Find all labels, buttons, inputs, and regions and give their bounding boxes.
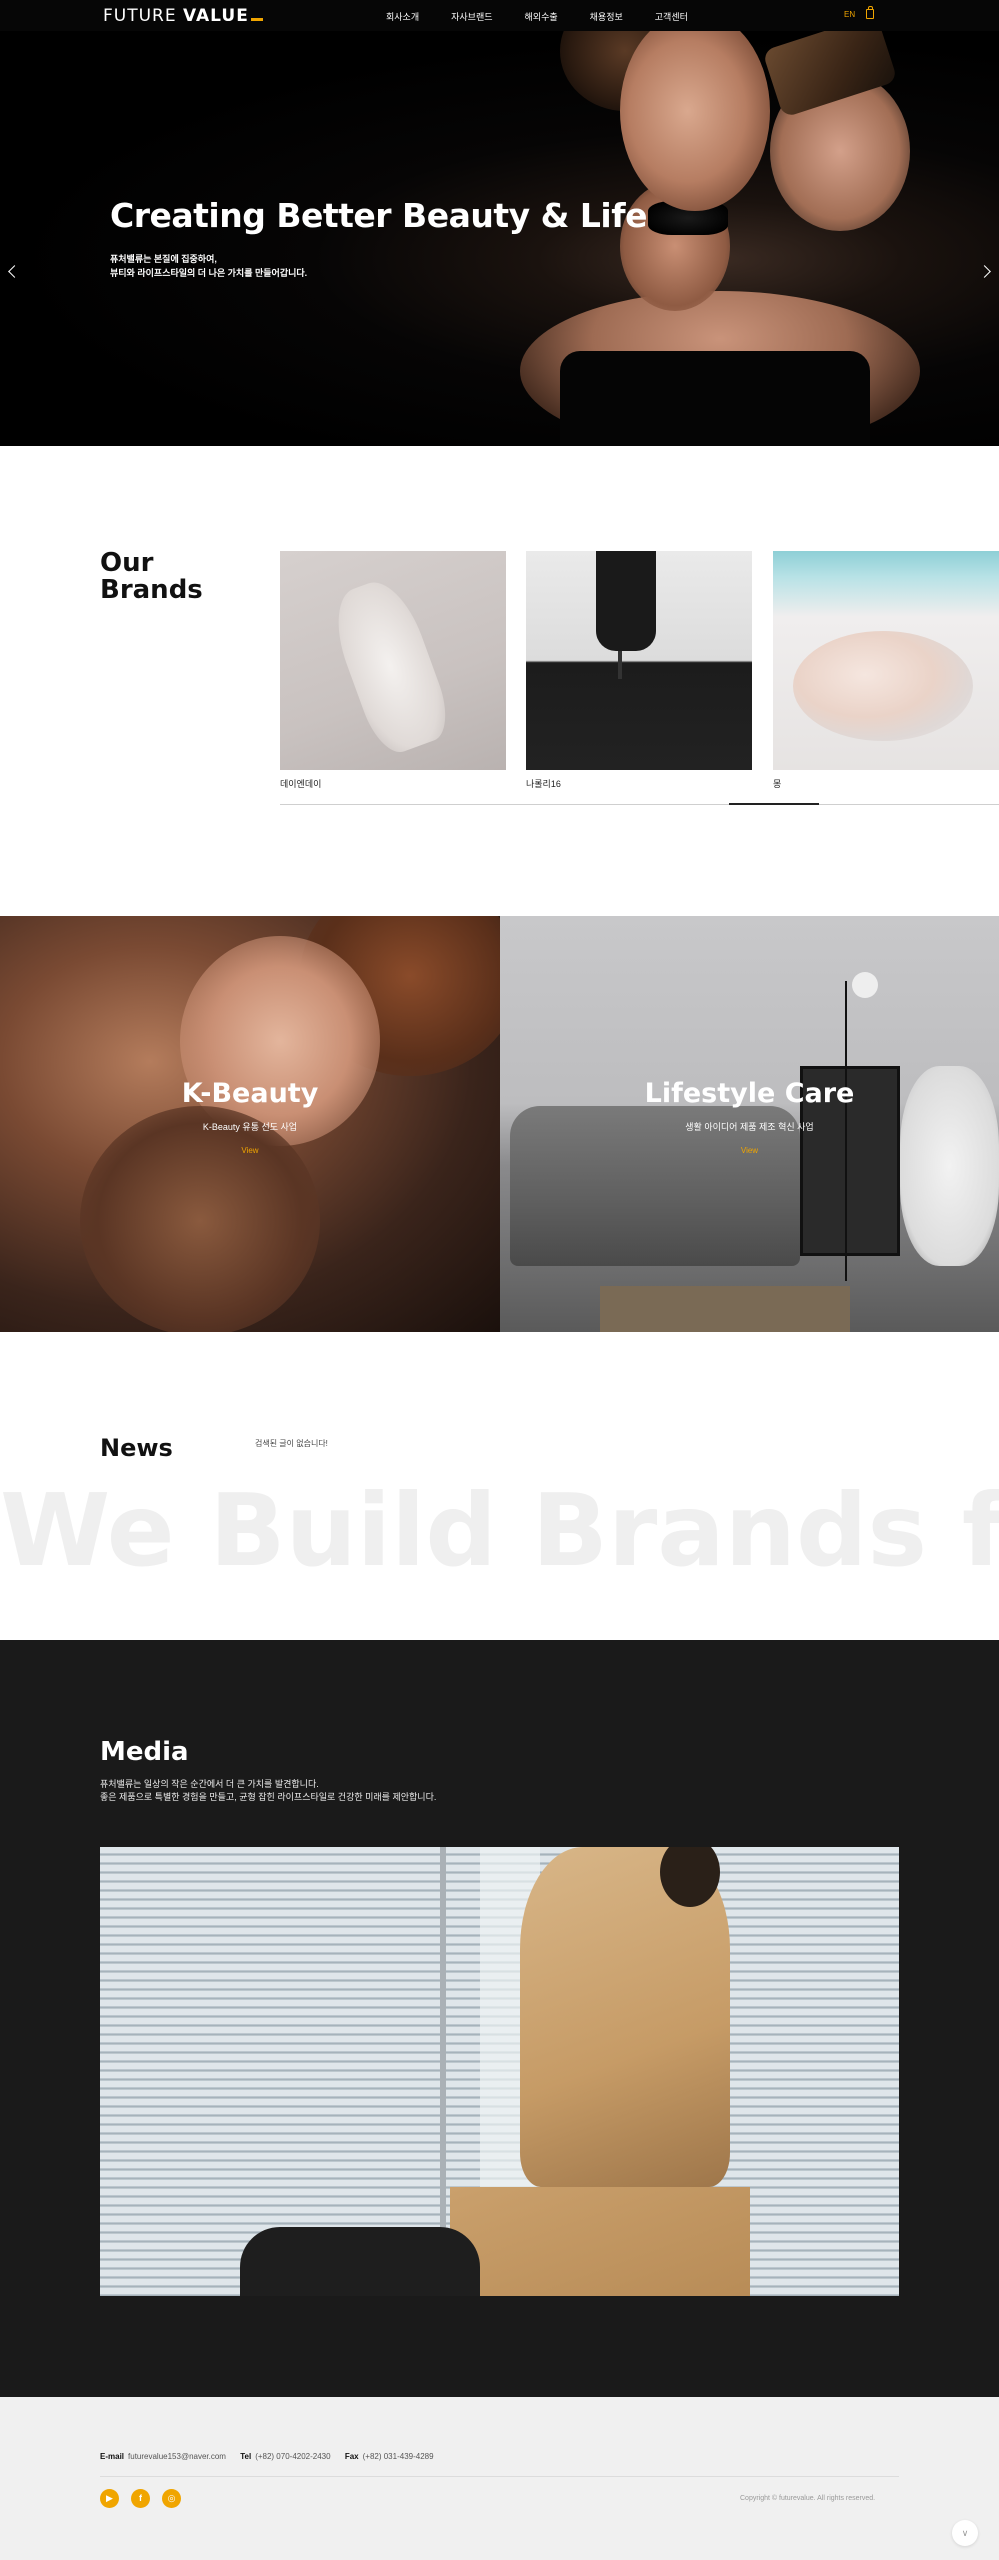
nav-item-company[interactable]: 회사소개 — [386, 10, 419, 23]
hero-image-face — [620, 31, 770, 211]
media-image-chair — [240, 2227, 480, 2296]
contact-email: E-mail futurevalue153@naver.com — [100, 2452, 226, 2461]
hero-title: Creating Better Beauty & Life — [110, 196, 647, 235]
category-image-rug — [600, 1286, 850, 1332]
logo-text-light: FUTURE — [103, 6, 177, 26]
category-view-link[interactable]: View — [500, 1146, 999, 1155]
news-title: News — [100, 1434, 173, 1462]
contact-tel: Tel (+82) 070-4202-2430 — [240, 2452, 330, 2461]
category-k-beauty[interactable]: K-Beauty K-Beauty 유통 선도 사업 View — [0, 916, 500, 1332]
tel-label: Tel — [240, 2452, 252, 2461]
category-lifestyle-care[interactable]: Lifestyle Care 생활 아이디어 제품 제조 혁신 사업 View — [500, 916, 999, 1332]
media-section: Media 퓨처밸류는 일상의 작은 순간에서 더 큰 가치를 발견합니다. 좋… — [0, 1640, 999, 2397]
scroll-top-button[interactable]: ∨ — [952, 2520, 978, 2546]
category-image-bulb — [852, 972, 878, 998]
brands-scrollbar-track[interactable] — [280, 804, 999, 805]
chevron-right-icon[interactable] — [978, 265, 991, 278]
chevron-left-icon[interactable] — [8, 265, 21, 278]
brands-title: Our Brands — [100, 550, 203, 604]
brand-image-baby — [793, 631, 973, 741]
copyright: Copyright © futurevalue. All rights rese… — [740, 2495, 876, 2502]
email-label: E-mail — [100, 2452, 125, 2461]
brand-label[interactable]: 나롤리16 — [526, 777, 561, 790]
main-nav: 회사소개 자사브랜드 해외수출 채용정보 고객센터 — [386, 10, 720, 23]
site-footer: E-mail futurevalue153@naver.com Tel (+82) … — [0, 2397, 999, 2560]
brand-label[interactable]: 몽 — [773, 777, 781, 790]
hero-image-dress — [560, 351, 870, 446]
category-title: Lifestyle Care — [644, 1078, 855, 1109]
hero-subtitle: 퓨처밸류는 본질에 집중하여, 뷰티와 라이프스타일의 더 나은 가치를 만들어… — [110, 252, 307, 280]
media-image-coat-sleeve — [450, 2187, 750, 2296]
category-image-face — [80, 1106, 320, 1332]
brand-image-needle — [618, 651, 622, 679]
contact-fax: Fax (+82) 031-439-4289 — [345, 2452, 434, 2461]
media-title: Media — [100, 1737, 189, 1767]
brands-scrollbar-thumb[interactable] — [729, 803, 819, 805]
logo-accent-bar — [250, 18, 263, 21]
contact-info: E-mail futurevalue153@naver.com Tel (+82) … — [100, 2452, 446, 2461]
category-view-link[interactable]: View — [0, 1146, 500, 1155]
category-subtitle: K-Beauty 유통 선도 사업 — [202, 1122, 298, 1132]
fax-value: (+82) 031-439-4289 — [362, 2452, 434, 2461]
media-description: 퓨처밸류는 일상의 작은 순간에서 더 큰 가치를 발견합니다. 좋은 제품으로… — [100, 1778, 436, 1804]
nav-item-brands[interactable]: 자사브랜드 — [451, 10, 492, 23]
fax-label: Fax — [344, 2452, 359, 2461]
hero-subtitle-line2: 뷰티와 라이프스타일의 더 나은 가치를 만들어갑니다. — [110, 268, 308, 278]
media-video[interactable] — [100, 1847, 899, 2296]
footer-divider — [100, 2476, 899, 2477]
language-toggle[interactable]: EN — [844, 10, 855, 19]
brand-card-image[interactable] — [280, 551, 506, 770]
shopping-bag-icon[interactable] — [866, 6, 874, 19]
brands-title-line2: Brands — [100, 575, 203, 605]
hero-slider: Creating Better Beauty & Life 퓨처밸류는 본질에 … — [0, 31, 999, 446]
news-empty-message: 검색된 글이 없습니다! — [255, 1439, 328, 1448]
instagram-icon[interactable]: ◎ — [162, 2489, 181, 2508]
category-subtitle: 생활 아이디어 제품 제조 혁신 사업 — [685, 1122, 814, 1132]
nav-item-support[interactable]: 고객센터 — [655, 10, 688, 23]
media-description-line2: 좋은 제품으로 특별한 경험을 만들고, 균형 잡힌 라이프스타일로 건강한 미… — [100, 1792, 437, 1802]
logo-text-bold: VALUE — [183, 6, 249, 26]
youtube-icon[interactable]: ▶ — [100, 2489, 119, 2508]
tel-value[interactable]: (+82) 070-4202-2430 — [255, 2452, 330, 2461]
brand-label[interactable]: 데이엔데이 — [280, 777, 321, 790]
brands-title-line1: Our — [100, 548, 154, 578]
nav-item-careers[interactable]: 채용정보 — [590, 10, 623, 23]
brand-card-image[interactable] — [773, 551, 999, 770]
media-description-line1: 퓨처밸류는 일상의 작은 순간에서 더 큰 가치를 발견합니다. — [100, 1779, 319, 1789]
facebook-icon[interactable]: f — [131, 2489, 150, 2508]
brand-image-glove — [323, 572, 457, 760]
site-header: FUTURE VALUE 회사소개 자사브랜드 해외수출 채용정보 고객센터 E… — [0, 0, 999, 31]
marquee-text: We Build Brands for — [0, 1476, 999, 1586]
hero-subtitle-line1: 퓨처밸류는 본질에 집중하여, — [110, 254, 217, 264]
brand-card-image[interactable] — [526, 551, 752, 770]
email-value[interactable]: futurevalue153@naver.com — [128, 2452, 226, 2461]
category-title: K-Beauty — [181, 1078, 319, 1109]
logo[interactable]: FUTURE VALUE — [103, 6, 263, 26]
nav-item-export[interactable]: 해외수출 — [525, 10, 558, 23]
brand-image-sewing-machine — [596, 551, 656, 651]
